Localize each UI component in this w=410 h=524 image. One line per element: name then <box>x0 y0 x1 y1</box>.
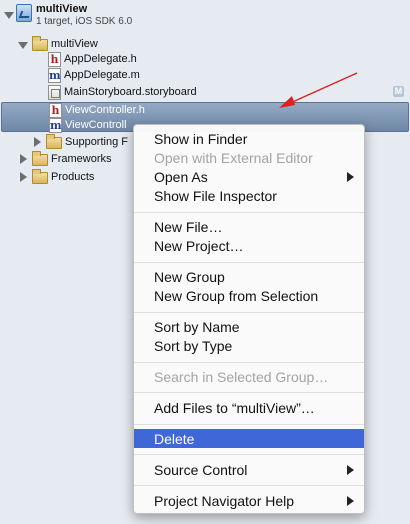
folder-icon <box>32 169 48 184</box>
menu-item-add-files[interactable]: Add Files to “multiView”… <box>134 398 364 417</box>
menu-separator <box>134 392 364 393</box>
menu-item-label: Open As <box>154 169 208 185</box>
menu-item-open-external-editor: Open with External Editor <box>134 148 364 167</box>
menu-item-new-group[interactable]: New Group <box>134 267 364 286</box>
menu-item-delete[interactable]: Delete <box>134 429 364 448</box>
disclosure-down-icon[interactable] <box>18 42 28 49</box>
disclosure-down-icon[interactable] <box>4 12 14 19</box>
disclosure-right-icon[interactable] <box>34 137 41 147</box>
menu-item-source-control[interactable]: Source Control <box>134 460 364 479</box>
folder-icon <box>46 134 62 149</box>
menu-item-new-file[interactable]: New File… <box>134 217 364 236</box>
file-label: AppDelegate.h <box>64 53 137 65</box>
context-menu: Show in Finder Open with External Editor… <box>133 124 365 514</box>
header-file-icon: h <box>49 103 62 118</box>
menu-item-label: Sort by Type <box>154 338 233 354</box>
implementation-file-icon: m <box>49 118 62 133</box>
file-label: MainStoryboard.storyboard <box>64 86 197 98</box>
disclosure-right-icon[interactable] <box>20 154 27 164</box>
file-label: ViewController.h <box>65 104 145 116</box>
menu-item-navigator-help[interactable]: Project Navigator Help <box>134 491 364 510</box>
menu-item-label: New Project… <box>154 238 244 254</box>
menu-item-label: Show in Finder <box>154 131 248 147</box>
folder-icon <box>32 36 48 51</box>
menu-item-label: Sort by Name <box>154 319 240 335</box>
implementation-file-icon: m <box>48 68 61 83</box>
menu-item-label: Search in Selected Group… <box>154 369 329 385</box>
submenu-arrow-icon <box>347 496 354 506</box>
file-row[interactable]: m AppDelegate.m <box>0 67 410 84</box>
project-name: multiView <box>36 3 88 15</box>
menu-item-search-in-group: Search in Selected Group… <box>134 367 364 386</box>
file-row[interactable]: MainStoryboard.storyboard M <box>0 84 410 101</box>
menu-item-label: New Group from Selection <box>154 288 319 304</box>
menu-separator <box>134 485 364 486</box>
submenu-arrow-icon <box>347 172 354 182</box>
storyboard-file-icon <box>48 85 61 100</box>
group-label: Products <box>51 171 95 183</box>
menu-separator <box>134 454 364 455</box>
menu-item-new-project[interactable]: New Project… <box>134 236 364 255</box>
menu-item-label: Delete <box>154 431 195 447</box>
menu-item-label: Add Files to “multiView”… <box>154 400 315 416</box>
menu-separator <box>134 262 364 263</box>
menu-item-show-file-inspector[interactable]: Show File Inspector <box>134 186 364 205</box>
file-label: AppDelegate.m <box>64 69 140 81</box>
modified-badge: M <box>393 86 404 97</box>
file-row[interactable]: h AppDelegate.h <box>0 51 410 68</box>
menu-item-sort-by-name[interactable]: Sort by Name <box>134 317 364 336</box>
menu-separator <box>134 312 364 313</box>
menu-separator <box>134 212 364 213</box>
project-subtitle: 1 target, iOS SDK 6.0 <box>36 16 133 27</box>
xcode-project-icon <box>16 4 32 22</box>
menu-separator <box>134 362 364 363</box>
menu-item-show-in-finder[interactable]: Show in Finder <box>134 129 364 148</box>
menu-item-new-group-from-selection[interactable]: New Group from Selection <box>134 286 364 305</box>
group-label: Supporting F <box>65 136 128 148</box>
menu-item-label: Show File Inspector <box>154 188 277 204</box>
project-row[interactable]: multiView 1 target, iOS SDK 6.0 <box>0 0 410 32</box>
submenu-arrow-icon <box>347 465 354 475</box>
menu-item-label: Project Navigator Help <box>154 493 295 509</box>
menu-item-label: Source Control <box>154 462 248 478</box>
header-file-icon: h <box>48 52 61 67</box>
menu-item-label: New Group <box>154 269 225 285</box>
group-label: Frameworks <box>51 153 112 165</box>
menu-item-open-as[interactable]: Open As <box>134 167 364 186</box>
menu-item-label: New File… <box>154 219 223 235</box>
disclosure-right-icon[interactable] <box>20 172 27 182</box>
file-label: ViewControll <box>65 119 127 131</box>
menu-separator <box>134 424 364 425</box>
folder-icon <box>32 151 48 166</box>
menu-item-label: Open with External Editor <box>154 150 313 166</box>
group-label: multiView <box>51 38 98 50</box>
menu-item-sort-by-type[interactable]: Sort by Type <box>134 336 364 355</box>
